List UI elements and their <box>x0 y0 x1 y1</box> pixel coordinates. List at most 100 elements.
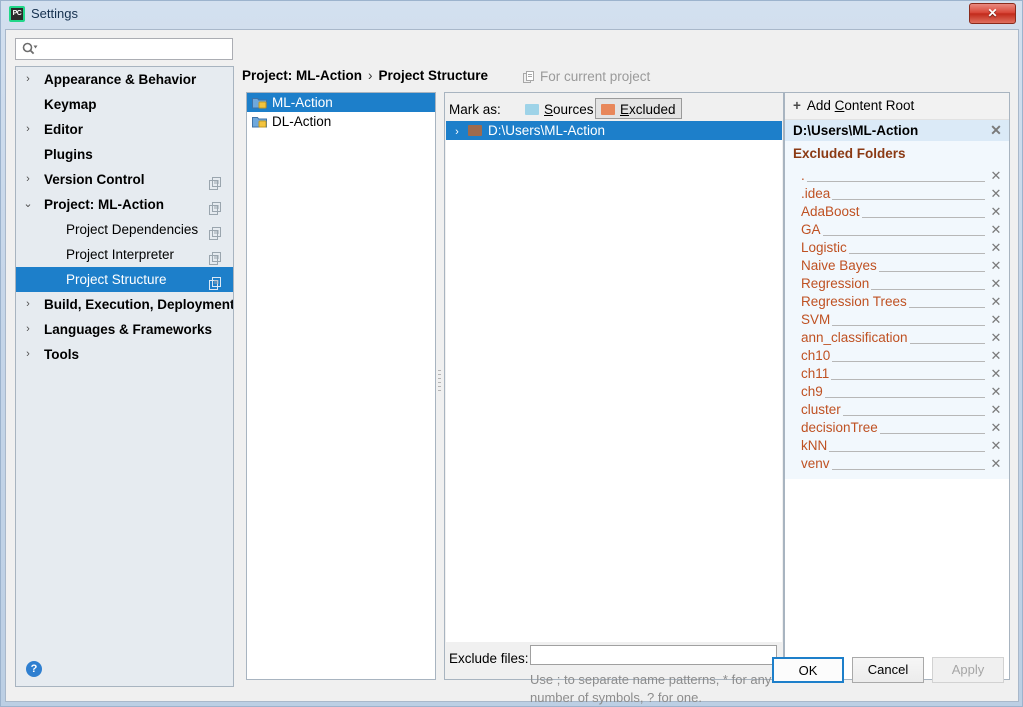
project-list-item[interactable]: DL-Action <box>247 112 435 131</box>
sidebar-item-project-structure[interactable]: Project Structure <box>16 267 233 292</box>
copy-icon <box>209 223 222 240</box>
ok-button[interactable]: OK <box>772 657 844 683</box>
breadcrumb-project[interactable]: Project: ML-Action <box>242 68 362 83</box>
remove-content-root-icon[interactable]: ✕ <box>989 120 1003 141</box>
remove-excluded-folder-icon[interactable]: ✕ <box>989 293 1003 311</box>
excluded-folder-name: Regression Trees <box>801 294 909 309</box>
excluded-folder-row[interactable]: Regression ✕ <box>785 275 1009 293</box>
dialog-footer: ? OK Cancel Apply <box>6 646 1018 701</box>
remove-excluded-folder-icon[interactable]: ✕ <box>989 419 1003 437</box>
chevron-right-icon[interactable]: › <box>16 67 40 92</box>
sidebar-item-project-ml-action[interactable]: ⌄ Project: ML-Action <box>16 192 233 217</box>
excluded-folders-block: Excluded Folders . ✕ .idea ✕ AdaBoost ✕ GA ✕ Log… <box>785 141 1009 479</box>
mark-as-sources-button[interactable]: Sources <box>519 98 600 119</box>
excluded-folder-row[interactable]: kNN ✕ <box>785 437 1009 455</box>
sidebar-item-label: Project: ML-Action <box>44 197 164 212</box>
panel-splitter[interactable] <box>436 92 444 680</box>
excluded-folder-name: Regression <box>801 276 872 291</box>
remove-excluded-folder-icon[interactable]: ✕ <box>989 383 1003 401</box>
help-icon[interactable]: ? <box>26 661 42 677</box>
chevron-right-icon[interactable]: › <box>16 117 40 142</box>
excluded-folder-row[interactable]: .idea ✕ <box>785 185 1009 203</box>
sidebar-item-build-execution-deployment[interactable]: › Build, Execution, Deployment <box>16 292 233 317</box>
plus-icon: + <box>793 98 801 113</box>
remove-excluded-folder-icon[interactable]: ✕ <box>989 257 1003 275</box>
content-root-row[interactable]: › D:\Users\ML-Action <box>446 121 782 140</box>
sidebar-item-editor[interactable]: › Editor <box>16 117 233 142</box>
search-input[interactable] <box>15 38 233 60</box>
copy-icon <box>523 71 535 86</box>
remove-excluded-folder-icon[interactable]: ✕ <box>989 275 1003 293</box>
excluded-folder-row[interactable]: ch9 ✕ <box>785 383 1009 401</box>
sidebar-item-appearance-behavior[interactable]: › Appearance & Behavior <box>16 67 233 92</box>
remove-excluded-folder-icon[interactable]: ✕ <box>989 329 1003 347</box>
excluded-folder-row[interactable]: ann_classification ✕ <box>785 329 1009 347</box>
settings-dialog-window: PC Settings ✕ › Appearance & Behavior Keym… <box>0 0 1023 707</box>
folder-icon <box>468 125 482 136</box>
chevron-right-icon[interactable]: › <box>16 292 40 317</box>
sidebar-item-label: Project Interpreter <box>66 247 175 262</box>
excluded-folder-name: decisionTree <box>801 420 880 435</box>
excluded-folder-name: ch9 <box>801 384 825 399</box>
content-root-entry[interactable]: D:\Users\ML-Action ✕ <box>785 120 1009 141</box>
remove-excluded-folder-icon[interactable]: ✕ <box>989 347 1003 365</box>
project-list-item-label: DL-Action <box>272 114 332 129</box>
copy-icon <box>209 248 222 265</box>
sidebar-item-plugins[interactable]: Plugins <box>16 142 233 167</box>
cancel-button[interactable]: Cancel <box>852 657 924 683</box>
add-root-accel: C <box>834 98 845 113</box>
remove-excluded-folder-icon[interactable]: ✕ <box>989 437 1003 455</box>
sidebar-item-label: Languages & Frameworks <box>44 322 213 337</box>
excluded-folder-name: cluster <box>801 402 843 417</box>
sidebar-item-project-interpreter[interactable]: Project Interpreter <box>16 242 233 267</box>
remove-excluded-folder-icon[interactable]: ✕ <box>989 167 1003 185</box>
excluded-folder-name: venv <box>801 456 832 471</box>
excluded-folder-row[interactable]: GA ✕ <box>785 221 1009 239</box>
excluded-folder-name: AdaBoost <box>801 204 862 219</box>
remove-excluded-folder-icon[interactable]: ✕ <box>989 455 1003 473</box>
chevron-down-icon[interactable]: ⌄ <box>16 192 40 217</box>
excluded-folder-row[interactable]: AdaBoost ✕ <box>785 203 1009 221</box>
remove-excluded-folder-icon[interactable]: ✕ <box>989 221 1003 239</box>
content-root-tree[interactable]: › D:\Users\ML-Action <box>446 121 782 642</box>
excluded-folder-row[interactable]: SVM ✕ <box>785 311 1009 329</box>
excluded-folder-row[interactable]: Naive Bayes ✕ <box>785 257 1009 275</box>
excluded-folder-name: ch10 <box>801 348 833 363</box>
chevron-right-icon[interactable]: › <box>16 317 40 342</box>
add-content-root-button[interactable]: + Add Content Root <box>785 93 1009 120</box>
settings-category-tree[interactable]: › Appearance & Behavior Keymap › Editor Plugi… <box>15 66 234 687</box>
sidebar-item-languages-frameworks[interactable]: › Languages & Frameworks <box>16 317 233 342</box>
apply-button[interactable]: Apply <box>932 657 1004 683</box>
excluded-label-rest: xcluded <box>629 102 676 117</box>
content-root-panel: Mark as: Sources Excluded › D:\Users\ML-A… <box>444 92 784 705</box>
sidebar-item-version-control[interactable]: › Version Control <box>16 167 233 192</box>
excluded-folder-row[interactable]: ch11 ✕ <box>785 365 1009 383</box>
excluded-folder-row[interactable]: cluster ✕ <box>785 401 1009 419</box>
excluded-folder-row[interactable]: Logistic ✕ <box>785 239 1009 257</box>
project-list-item[interactable]: ML-Action <box>247 93 435 112</box>
chevron-right-icon[interactable]: › <box>16 342 40 367</box>
mark-as-excluded-button[interactable]: Excluded <box>595 98 682 119</box>
remove-excluded-folder-icon[interactable]: ✕ <box>989 185 1003 203</box>
sidebar-item-keymap[interactable]: Keymap <box>16 92 233 117</box>
excluded-folder-row[interactable]: ch10 ✕ <box>785 347 1009 365</box>
close-icon[interactable]: ✕ <box>969 3 1016 24</box>
expand-arrow-icon[interactable]: › <box>446 123 468 142</box>
project-list[interactable]: ML-Action DL-Action <box>246 92 436 680</box>
sidebar-item-tools[interactable]: › Tools <box>16 342 233 367</box>
excluded-folder-row[interactable]: Regression Trees ✕ <box>785 293 1009 311</box>
remove-excluded-folder-icon[interactable]: ✕ <box>989 203 1003 221</box>
remove-excluded-folder-icon[interactable]: ✕ <box>989 239 1003 257</box>
remove-excluded-folder-icon[interactable]: ✕ <box>989 311 1003 329</box>
window-title: Settings <box>31 6 78 21</box>
remove-excluded-folder-icon[interactable]: ✕ <box>989 401 1003 419</box>
sidebar-item-project-dependencies[interactable]: Project Dependencies <box>16 217 233 242</box>
excluded-folder-row[interactable]: decisionTree ✕ <box>785 419 1009 437</box>
excluded-folder-row[interactable]: venv ✕ <box>785 455 1009 473</box>
row-rule <box>801 181 985 182</box>
chevron-right-icon[interactable]: › <box>16 167 40 192</box>
excluded-folder-row[interactable]: . ✕ <box>785 167 1009 185</box>
copy-icon <box>209 198 222 215</box>
remove-excluded-folder-icon[interactable]: ✕ <box>989 365 1003 383</box>
sidebar-item-label: Keymap <box>44 97 97 112</box>
